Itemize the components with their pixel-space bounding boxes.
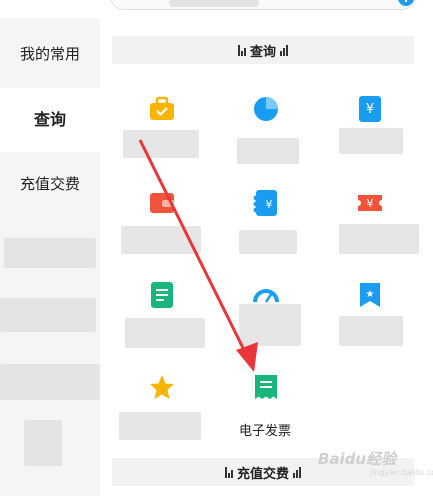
service-tile[interactable]: [111, 374, 211, 470]
yen-bill-icon: ¥: [359, 96, 381, 122]
sidebar-item-label: 充值交费: [19, 175, 80, 193]
sidebar-item-blurred[interactable]: [4, 238, 96, 268]
service-tile[interactable]: [215, 282, 315, 378]
sidebar-item-recharge[interactable]: 充值交费: [0, 166, 100, 202]
label-blurred: [119, 412, 201, 440]
label-blurred: [239, 304, 301, 346]
service-tile-e-invoice[interactable]: 电子发票: [215, 374, 315, 470]
sidebar-item-label: 我的常用: [19, 45, 80, 63]
wallet-icon: [150, 193, 174, 213]
category-sidebar: 我的常用 查询 充值交费: [0, 18, 100, 496]
svg-text:¥: ¥: [266, 198, 273, 211]
pie-chart-icon: [254, 97, 278, 121]
bar-icon: [280, 44, 288, 56]
label-blurred: [239, 230, 297, 254]
service-tile[interactable]: [215, 96, 315, 192]
top-bar: [0, 0, 433, 14]
label-blurred: [339, 128, 403, 154]
watermark-url: jingyan.baidu.com: [370, 468, 433, 477]
label-blurred: [339, 224, 419, 254]
section-header-query: 查询: [112, 36, 414, 64]
star-icon: [150, 375, 174, 399]
service-tile[interactable]: ★: [319, 282, 419, 378]
bar-icon: [224, 466, 233, 478]
yen-card-icon: ¥: [253, 190, 277, 216]
sidebar-item-blurred[interactable]: [0, 364, 100, 400]
search-input[interactable]: [110, 0, 416, 10]
sidebar-item-favorites[interactable]: 我的常用: [0, 36, 100, 72]
section-title: 查询: [249, 44, 276, 60]
service-tile[interactable]: [111, 282, 211, 378]
service-tile[interactable]: ¥: [215, 190, 315, 286]
watermark: Baidu经验: [318, 450, 397, 468]
receipt-icon: [255, 375, 277, 399]
section-title: 充值交费: [236, 466, 289, 482]
briefcase-icon: [150, 96, 174, 120]
bookmark-star-icon: ★: [360, 283, 380, 307]
label-blurred: [123, 130, 199, 158]
service-tile[interactable]: [111, 96, 211, 192]
sidebar-item-query[interactable]: 查询: [0, 88, 100, 152]
svg-text:¥: ¥: [366, 102, 374, 117]
svg-text:★: ★: [366, 289, 375, 300]
sidebar-item-blurred[interactable]: [0, 298, 96, 332]
add-icon[interactable]: [398, 0, 414, 8]
main-content: 查询 ¥ ¥ ¥ ★ 电子发票 充值交费: [100, 14, 433, 496]
label-blurred: [121, 226, 201, 254]
service-tile[interactable]: ¥: [319, 96, 419, 192]
service-tile[interactable]: [111, 190, 211, 286]
tile-label: 电子发票: [238, 424, 291, 439]
label-blurred: [339, 316, 403, 346]
svg-text:¥: ¥: [367, 197, 374, 210]
search-placeholder-blur: [169, 0, 259, 7]
sidebar-item-label: 查询: [33, 110, 66, 129]
label-blurred: [237, 138, 299, 164]
service-tile[interactable]: ¥: [319, 190, 419, 286]
yen-ticket-icon: ¥: [358, 195, 382, 211]
list-document-icon: [151, 282, 173, 308]
label-blurred: [125, 318, 205, 348]
sidebar-item-blurred[interactable]: [24, 420, 62, 466]
bar-icon: [293, 466, 301, 478]
bar-icon: [237, 44, 246, 56]
